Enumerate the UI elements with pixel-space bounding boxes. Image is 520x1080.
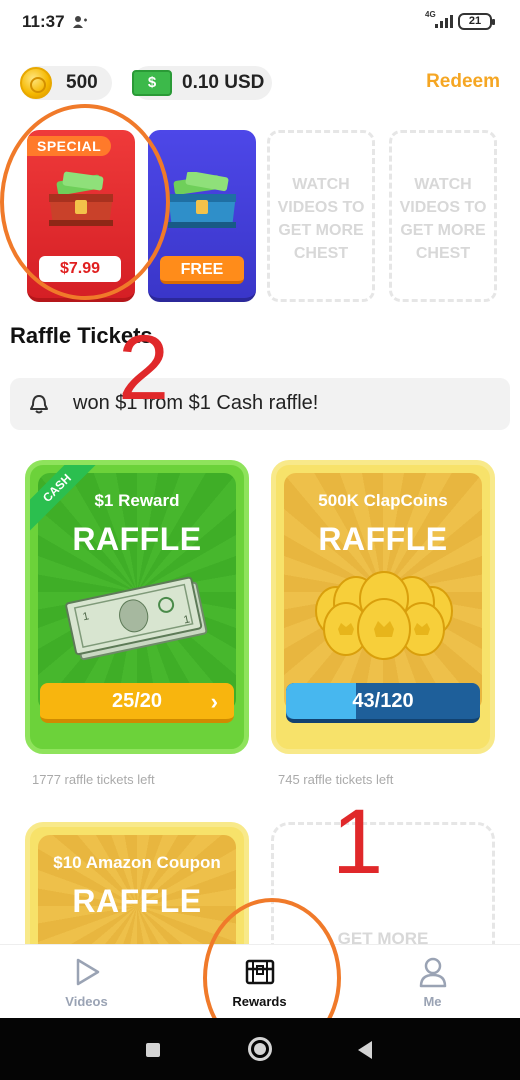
free-chest-button[interactable]: FREE xyxy=(160,256,244,284)
raffle-notice-bar: won $1 from $1 Cash raffle! xyxy=(10,378,510,430)
nav-label: Me xyxy=(423,994,442,1009)
raffle-title: $1 Reward xyxy=(94,491,180,510)
nav-me[interactable]: Me xyxy=(346,945,519,1019)
chevron-right-icon: › xyxy=(210,689,218,714)
empty-chest-slot: WATCH VIDEOS TO GET MORE CHEST xyxy=(267,130,375,302)
cash-icon: $ xyxy=(132,70,172,96)
raffle-label: RAFFLE xyxy=(72,521,202,557)
raffle-title: 500K ClapCoins xyxy=(318,491,448,510)
raffle-progress-value: 43/120 xyxy=(352,690,414,712)
dollar-bills-icon: 1 1 xyxy=(65,576,208,661)
empty-chest-slot: WATCH VIDEOS TO GET MORE CHEST xyxy=(389,130,497,302)
nav-label: Videos xyxy=(65,994,108,1009)
cash-raffle-card[interactable]: CASH $1 Reward RAFFLE 1 1 25/20 › xyxy=(25,460,249,754)
raffle-progress-button[interactable]: 25/20 › xyxy=(40,683,234,723)
raffle-progress-value: 25/20 xyxy=(111,690,163,712)
raffle-label: RAFFLE xyxy=(318,521,448,557)
play-icon xyxy=(76,958,100,986)
raffle-progress-button[interactable]: 43/120 xyxy=(286,683,480,723)
annotation-number: 1 xyxy=(332,791,384,893)
battery-icon: 21 xyxy=(458,13,495,30)
tickets-left-text: 1777 raffle tickets left xyxy=(32,772,155,787)
home-icon[interactable] xyxy=(248,1037,272,1061)
signal-icon xyxy=(435,15,453,28)
redeem-button[interactable]: Redeem xyxy=(426,71,500,93)
bell-icon xyxy=(30,395,48,414)
raffle-title: $10 Amazon Coupon xyxy=(53,853,221,872)
watch-videos-text: WATCH VIDEOS TO GET MORE CHEST xyxy=(277,176,365,262)
status-time: 11:37 xyxy=(22,12,65,31)
raffle-notice-text: won $1 from $1 Cash raffle! xyxy=(73,392,319,414)
nav-videos[interactable]: Videos xyxy=(0,945,173,1019)
recent-apps-icon[interactable] xyxy=(146,1043,160,1057)
raffle-label: RAFFLE xyxy=(72,883,202,919)
person-icon xyxy=(419,957,447,988)
coin-balance-value: 500 xyxy=(66,72,98,93)
coin-stack-icon xyxy=(315,571,453,660)
annotation-circle xyxy=(0,104,170,300)
system-nav-bar xyxy=(0,1018,520,1080)
annotation-number: 2 xyxy=(118,317,170,419)
coin-icon xyxy=(20,67,52,99)
tickets-left-text: 745 raffle tickets left xyxy=(278,772,394,787)
status-bar: 11:37 4G 21 xyxy=(0,0,520,44)
user-status-icon xyxy=(73,16,87,28)
watch-videos-text: WATCH VIDEOS TO GET MORE CHEST xyxy=(399,176,487,262)
coin-balance[interactable]: 500 xyxy=(20,66,112,100)
clapcoins-raffle-card[interactable]: 500K ClapCoins RAFFLE 43/120 xyxy=(271,460,495,754)
usd-balance-value: 0.10 USD xyxy=(182,72,265,93)
back-icon[interactable] xyxy=(358,1041,372,1059)
money-chest-icon xyxy=(168,172,236,228)
usd-balance[interactable]: $ 0.10 USD xyxy=(132,66,272,100)
